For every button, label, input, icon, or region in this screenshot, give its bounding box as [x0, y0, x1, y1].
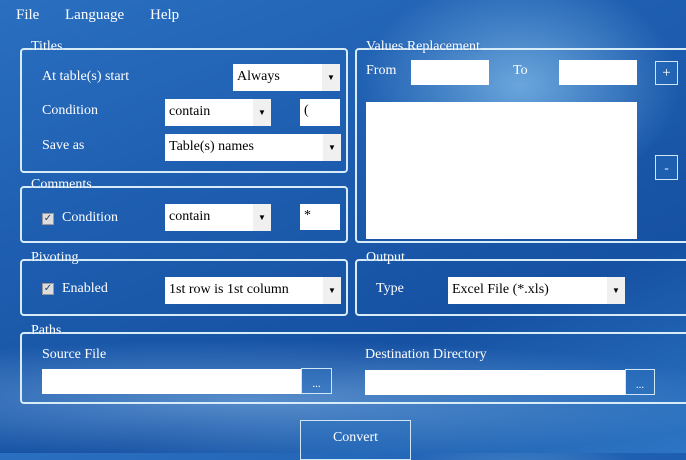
pivoting-mode-select[interactable]: 1st row is 1st column ▼	[165, 277, 341, 304]
to-input[interactable]	[559, 60, 637, 85]
pivoting-enabled-label: Enabled	[62, 281, 108, 296]
paths-legend: Paths	[31, 323, 62, 338]
add-replacement-button[interactable]: +	[655, 61, 678, 85]
chevron-down-icon: ▼	[322, 64, 340, 91]
condition-label: Condition	[42, 103, 99, 118]
at-start-label: At table(s) start	[42, 69, 130, 84]
save-as-label: Save as	[42, 138, 85, 153]
menu-language[interactable]: Language	[65, 7, 124, 24]
comments-condition-label: Condition	[62, 210, 119, 225]
chevron-down-icon: ▼	[323, 134, 341, 161]
at-start-select[interactable]: Always ▼	[233, 64, 340, 91]
output-type-select[interactable]: Excel File (*.xls) ▼	[448, 277, 625, 304]
from-input[interactable]	[411, 60, 489, 85]
pivoting-enabled-checkbox[interactable]: ✓	[42, 283, 54, 295]
output-type-value: Excel File (*.xls)	[452, 282, 549, 297]
convert-button[interactable]: Convert	[300, 420, 411, 460]
source-browse-button[interactable]: ...	[301, 368, 332, 394]
save-as-value: Table(s) names	[169, 139, 254, 154]
remove-replacement-button[interactable]: -	[655, 155, 678, 180]
chevron-down-icon: ▼	[253, 204, 271, 231]
comments-condition-checkbox[interactable]: ✓	[42, 213, 54, 225]
output-type-label: Type	[376, 281, 404, 296]
destination-browse-button[interactable]: ...	[625, 369, 655, 395]
at-start-value: Always	[237, 69, 280, 84]
chevron-down-icon: ▼	[253, 99, 271, 126]
destination-directory-input[interactable]	[365, 370, 625, 395]
titles-condition-select[interactable]: contain ▼	[165, 99, 271, 126]
destination-directory-label: Destination Directory	[365, 347, 487, 362]
comments-condition-value: contain	[169, 209, 211, 224]
comments-condition-input[interactable]: *	[300, 204, 340, 230]
save-as-select[interactable]: Table(s) names ▼	[165, 134, 341, 161]
menu-help[interactable]: Help	[150, 7, 179, 24]
comments-condition-select[interactable]: contain ▼	[165, 204, 271, 231]
menu-file[interactable]: File	[16, 7, 39, 24]
source-file-label: Source File	[42, 347, 107, 362]
from-label: From	[366, 63, 397, 78]
pivoting-mode-value: 1st row is 1st column	[169, 282, 289, 297]
replacements-listbox[interactable]	[366, 102, 637, 239]
titles-legend: Titles	[31, 39, 63, 54]
source-file-input[interactable]	[42, 369, 301, 394]
to-label: To	[513, 63, 528, 78]
output-legend: Output	[366, 250, 405, 265]
pivoting-legend: Pivoting	[31, 250, 79, 265]
values-replacement-legend: Values Replacement	[366, 39, 480, 54]
titles-condition-value: contain	[169, 104, 211, 119]
comments-legend: Comments	[31, 177, 92, 192]
titles-condition-input[interactable]: (	[300, 99, 340, 126]
chevron-down-icon: ▼	[323, 277, 341, 304]
chevron-down-icon: ▼	[607, 277, 625, 304]
